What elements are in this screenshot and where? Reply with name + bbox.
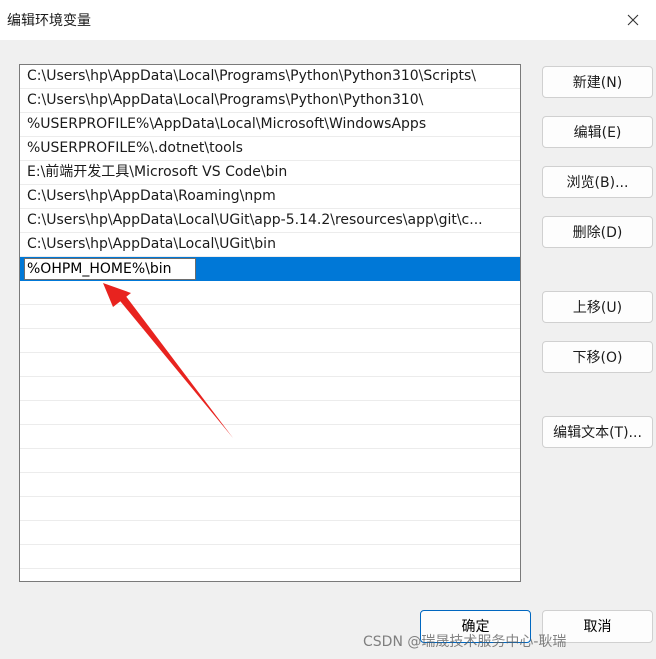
list-item-empty[interactable] [20,305,520,329]
list-item-empty[interactable] [20,473,520,497]
list-item-empty[interactable] [20,353,520,377]
path-edit-input[interactable] [24,258,196,280]
list-item-empty[interactable] [20,401,520,425]
list-item[interactable]: %USERPROFILE%\.dotnet\tools [20,137,520,161]
path-list[interactable]: C:\Users\hp\AppData\Local\Programs\Pytho… [19,64,521,582]
watermark: CSDN @瑞晟技术服务中心-耿瑞 [363,634,567,650]
close-button[interactable] [610,0,656,40]
delete-button[interactable]: 删除(D) [542,216,653,248]
list-item[interactable]: C:\Users\hp\AppData\Local\UGit\app-5.14.… [20,209,520,233]
list-item-empty[interactable] [20,281,520,305]
list-item-empty[interactable] [20,545,520,569]
list-item[interactable]: C:\Users\hp\AppData\Local\UGit\bin [20,233,520,257]
edit-button[interactable]: 编辑(E) [542,116,653,148]
list-item-empty[interactable] [20,497,520,521]
close-icon [627,14,639,26]
list-item[interactable]: %USERPROFILE%\AppData\Local\Microsoft\Wi… [20,113,520,137]
edit-text-button[interactable]: 编辑文本(T)... [542,416,653,448]
window-title: 编辑环境变量 [7,13,91,29]
list-item-empty[interactable] [20,521,520,545]
list-item-selected[interactable] [20,257,520,281]
list-item-empty[interactable] [20,449,520,473]
list-item[interactable]: C:\Users\hp\AppData\Local\Programs\Pytho… [20,89,520,113]
move-up-button[interactable]: 上移(U) [542,291,653,323]
list-item[interactable]: C:\Users\hp\AppData\Roaming\npm [20,185,520,209]
list-item-empty[interactable] [20,329,520,353]
list-item-empty[interactable] [20,425,520,449]
move-down-button[interactable]: 下移(O) [542,341,653,373]
list-item[interactable]: E:\前端开发工具\Microsoft VS Code\bin [20,161,520,185]
browse-button[interactable]: 浏览(B)... [542,166,653,198]
title-bar: 编辑环境变量 [0,0,656,40]
list-item-empty[interactable] [20,377,520,401]
new-button[interactable]: 新建(N) [542,66,653,98]
list-item[interactable]: C:\Users\hp\AppData\Local\Programs\Pytho… [20,65,520,89]
